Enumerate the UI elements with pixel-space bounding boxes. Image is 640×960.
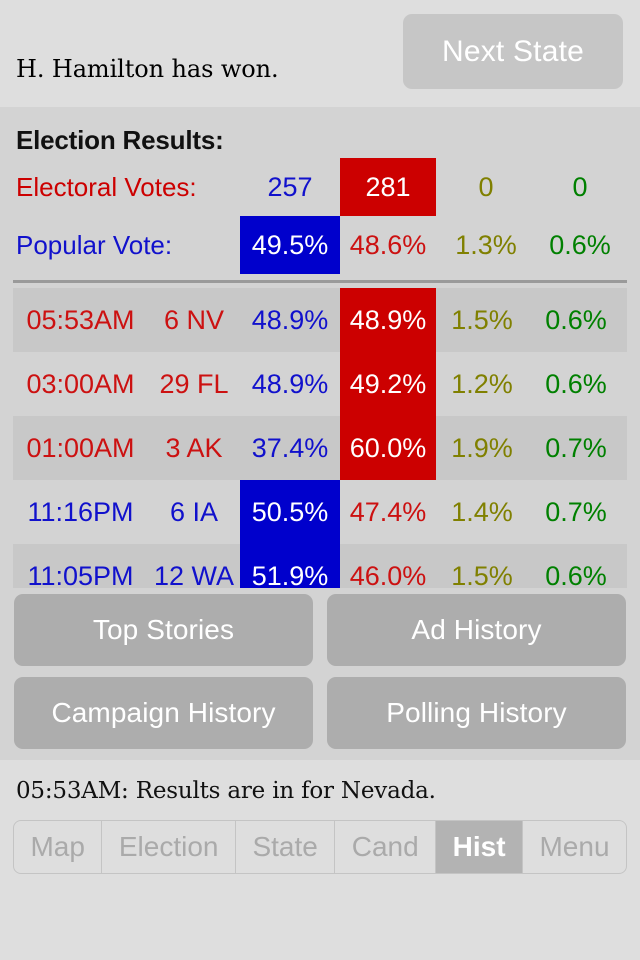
row-state: 3 AK (165, 433, 223, 463)
electoral-votes-candidate-2: 281 (340, 158, 436, 216)
electoral-votes-label: Electoral Votes: (16, 172, 197, 202)
row-candidate-3: 1.4% (451, 497, 513, 527)
polling-history-button[interactable]: Polling History (327, 677, 626, 749)
row-candidate-2: 48.9% (340, 288, 436, 352)
status-message: 05:53AM: Results are in for Nevada. (16, 778, 436, 804)
table-row[interactable]: 05:53AM 6 NV 48.9% 48.9% 1.5% 0.6% (13, 288, 627, 352)
election-app: H. Hamilton has won. Next State Election… (0, 0, 640, 960)
row-state: 29 FL (159, 369, 229, 399)
popular-vote-candidate-1: 49.5% (240, 216, 340, 274)
row-state: 6 IA (169, 497, 219, 527)
state-results-history[interactable]: 05:53AM 6 NV 48.9% 48.9% 1.5% 0.6% 03:00AM 29 F… (0, 283, 640, 588)
row-candidate-3: 1.2% (451, 369, 513, 399)
row-candidate-1: 51.9% (240, 544, 340, 588)
row-candidate-3: 1.5% (451, 561, 513, 588)
top-stories-button[interactable]: Top Stories (14, 594, 313, 666)
row-candidate-4: 0.6% (545, 561, 607, 588)
action-buttons-row-1: Top Stories Ad History (14, 594, 626, 666)
electoral-votes-candidate-1: 257 (267, 172, 313, 202)
row-candidate-1: 37.4% (251, 433, 329, 463)
popular-vote-candidate-4: 0.6% (549, 230, 611, 260)
tab-bar[interactable]: Map Election State Cand Hist Menu (13, 820, 627, 874)
action-buttons-row-2: Campaign History Polling History (14, 677, 626, 749)
row-time: 11:05PM (27, 561, 134, 588)
results-title: Election Results: (16, 125, 224, 155)
row-candidate-2: 47.4% (349, 497, 427, 527)
popular-vote-label: Popular Vote: (16, 230, 173, 260)
table-row[interactable]: 11:05PM 12 WA 51.9% 46.0% 1.5% 0.6% (13, 544, 627, 588)
table-row[interactable]: 01:00AM 3 AK 37.4% 60.0% 1.9% 0.7% (13, 416, 627, 480)
tab-cand[interactable]: Cand (335, 821, 437, 873)
row-state: 6 NV (163, 305, 225, 335)
row-candidate-4: 0.7% (545, 433, 607, 463)
row-candidate-1: 50.5% (240, 480, 340, 544)
next-state-button[interactable]: Next State (403, 14, 623, 89)
electoral-votes-candidate-3: 0 (478, 172, 494, 202)
popular-vote-row: Popular Vote: 49.5% 48.6% 1.3% 0.6% (0, 216, 640, 274)
tab-map[interactable]: Map (14, 821, 103, 873)
ad-history-button[interactable]: Ad History (327, 594, 626, 666)
table-row[interactable]: 03:00AM 29 FL 48.9% 49.2% 1.2% 0.6% (13, 352, 627, 416)
row-candidate-2: 46.0% (349, 561, 427, 588)
row-candidate-1: 48.9% (251, 305, 329, 335)
tab-hist[interactable]: Hist (436, 821, 524, 873)
popular-vote-candidate-2: 48.6% (349, 230, 427, 260)
row-candidate-1: 48.9% (251, 369, 329, 399)
win-message: H. Hamilton has won. (16, 55, 279, 83)
row-candidate-4: 0.6% (545, 305, 607, 335)
row-candidate-3: 1.9% (451, 433, 513, 463)
row-time: 05:53AM (26, 305, 135, 335)
row-candidate-3: 1.5% (451, 305, 513, 335)
popular-vote-candidate-3: 1.3% (455, 230, 517, 260)
tab-election[interactable]: Election (102, 821, 236, 873)
table-row[interactable]: 11:16PM 6 IA 50.5% 47.4% 1.4% 0.7% (13, 480, 627, 544)
electoral-votes-candidate-4: 0 (572, 172, 588, 202)
row-candidate-2: 60.0% (340, 416, 436, 480)
row-time: 01:00AM (26, 433, 135, 463)
row-time: 11:16PM (27, 497, 134, 527)
row-candidate-4: 0.6% (545, 369, 607, 399)
campaign-history-button[interactable]: Campaign History (14, 677, 313, 749)
row-candidate-2: 49.2% (340, 352, 436, 416)
row-time: 03:00AM (26, 369, 135, 399)
action-buttons: Top Stories Ad History Campaign History … (0, 588, 640, 760)
top-bar: H. Hamilton has won. Next State (0, 0, 640, 107)
row-state: 12 WA (153, 561, 235, 588)
electoral-votes-row: Electoral Votes: 257 281 0 0 (0, 158, 640, 216)
tab-state[interactable]: State (236, 821, 336, 873)
tab-menu[interactable]: Menu (523, 821, 626, 873)
election-results-panel: Election Results: Electoral Votes: 257 2… (0, 107, 640, 283)
row-candidate-4: 0.7% (545, 497, 607, 527)
bottom-bar: 05:53AM: Results are in for Nevada. Map E… (0, 760, 640, 960)
